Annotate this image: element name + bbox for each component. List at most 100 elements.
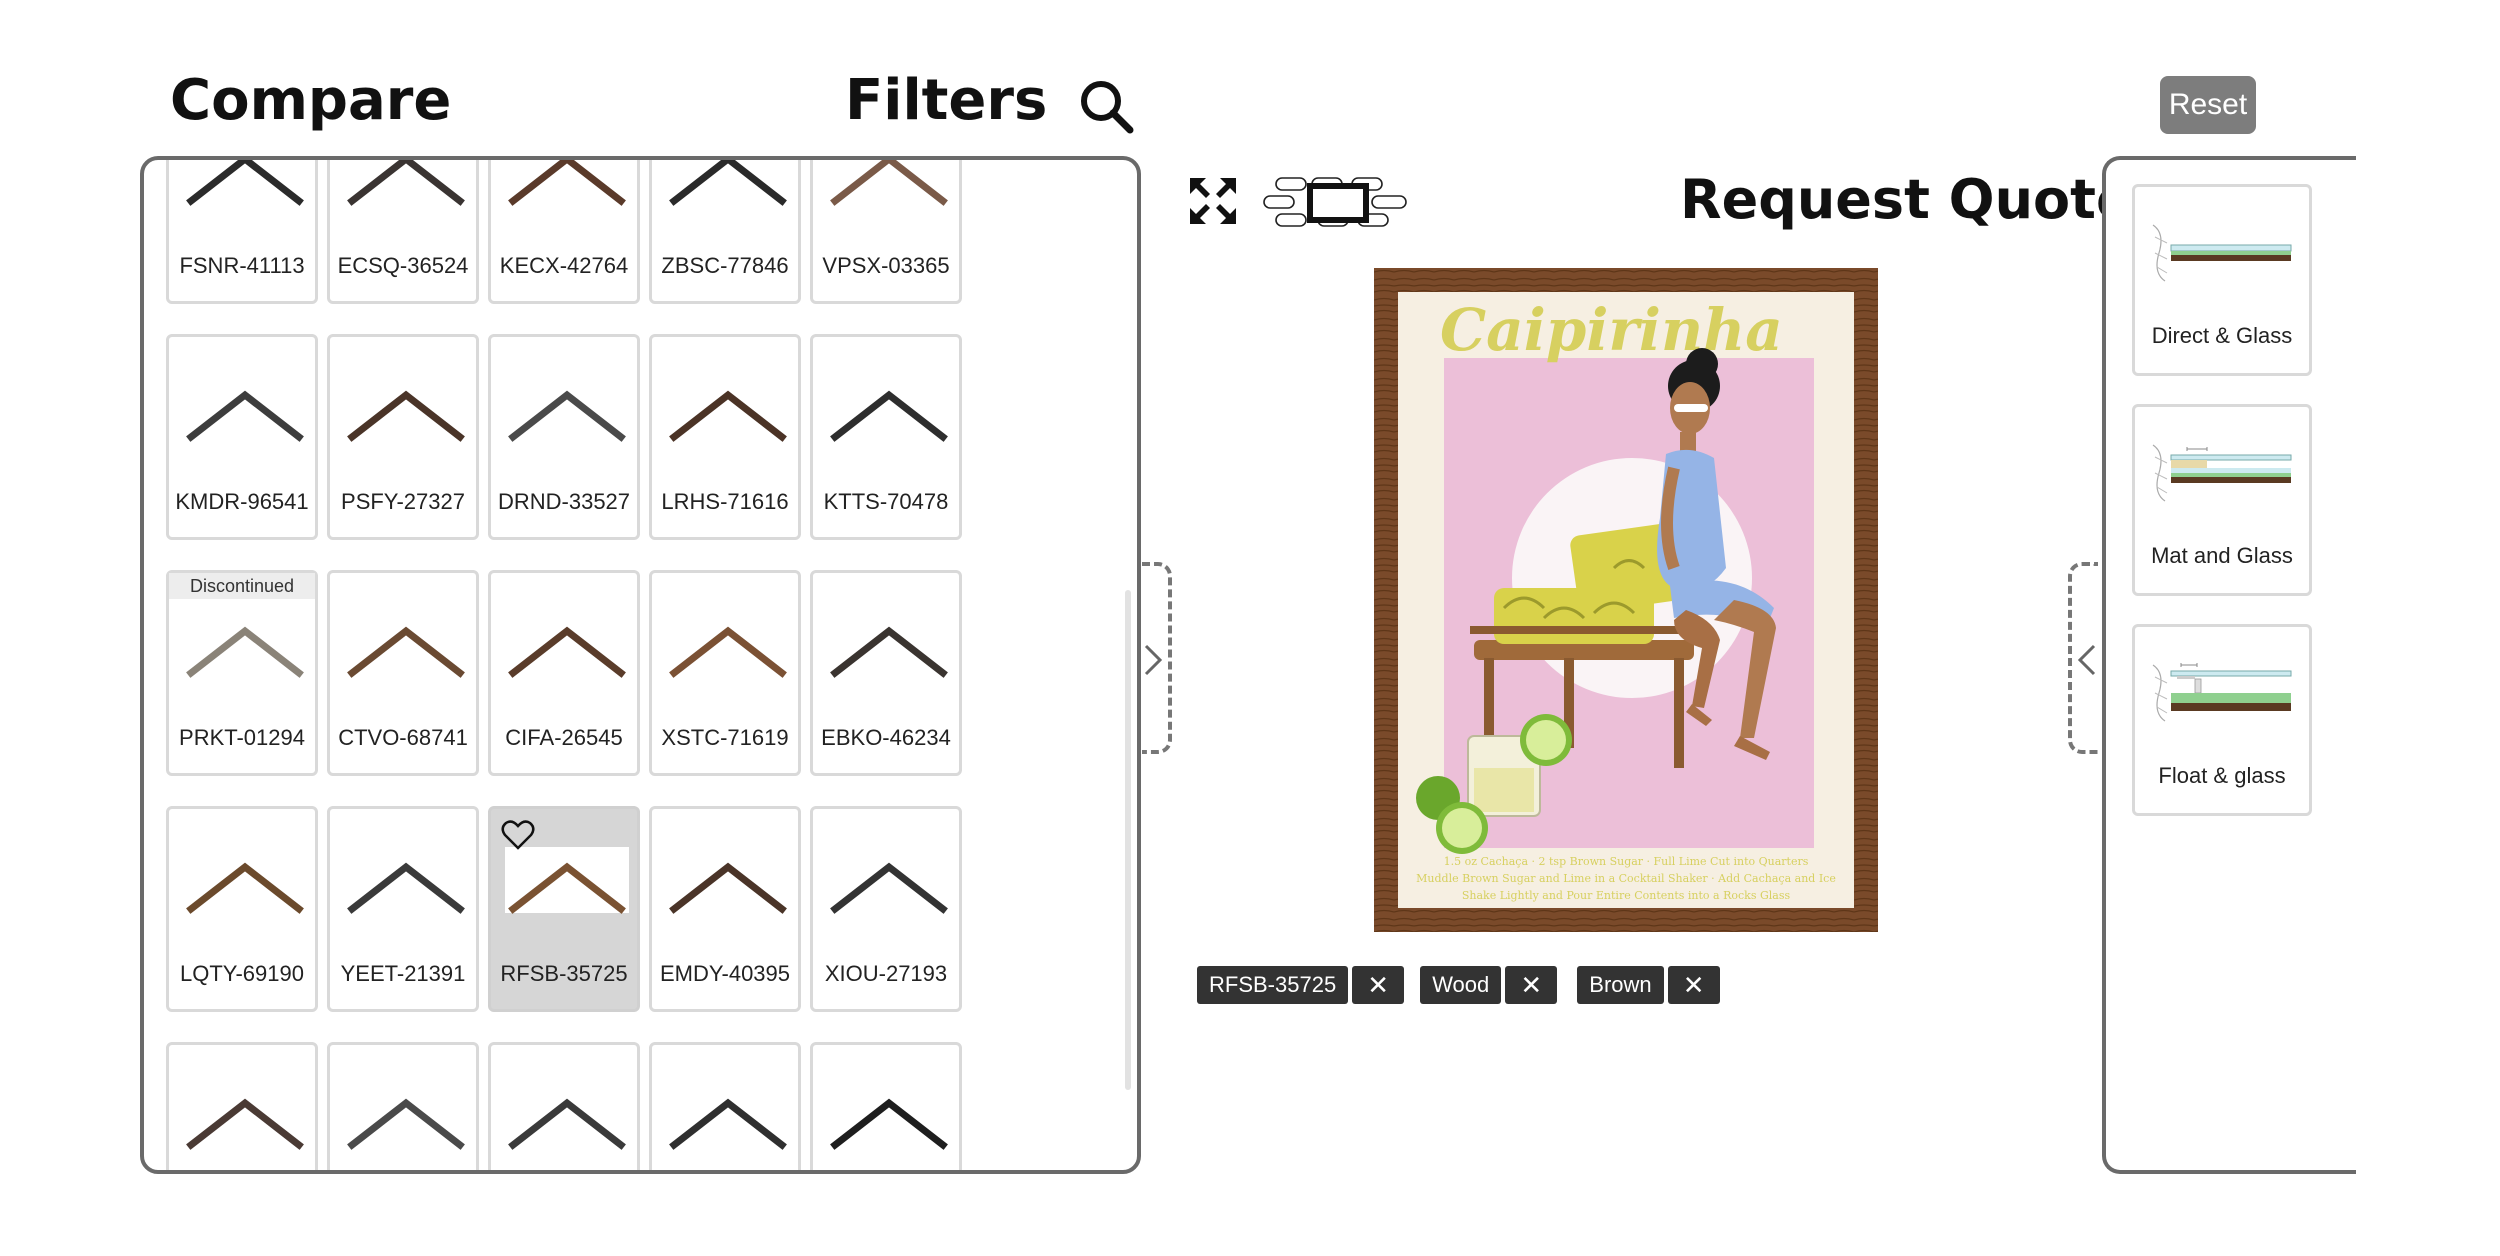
moulding-code: KECX-42764 [499,253,629,278]
moulding-corner-icon [669,390,787,442]
moulding-code: KMDR-96541 [175,489,309,514]
active-filter-tags: RFSB-35725 ✕ Wood ✕ Brown ✕ [1197,966,1720,1004]
moulding-tile[interactable]: CTVO-68741 [327,570,479,776]
moulding-tile[interactable]: EMDY-40395 [649,806,801,1012]
filter-tag-label: Wood [1420,966,1502,1004]
mat-glass-diagram-icon [2152,444,2292,502]
frame-on-wall-icon[interactable] [1262,176,1410,228]
moulding-code: EMDY-40395 [659,961,791,986]
expand-icon[interactable] [1188,176,1238,226]
poster-title: Caipirinha [1440,296,1783,364]
moulding-tile[interactable]: KMDR-96541 [166,334,318,540]
request-quote-button[interactable]: Request Quote [1680,168,2133,231]
moulding-corner-icon [669,626,787,678]
moulding-tile[interactable]: KECX-42764 [488,160,640,304]
float-glass-diagram-icon [2152,663,2292,722]
moulding-corner-icon [830,1098,948,1150]
moulding-corner-icon [347,1098,465,1150]
moulding-tile[interactable]: LQTY-69190 [166,806,318,1012]
moulding-corner-icon [186,390,304,442]
moulding-tile[interactable]: CIFA-26545 [488,570,640,776]
filter-tag-label: RFSB-35725 [1197,966,1349,1004]
moulding-code: RFSB-35725 [500,961,628,986]
chevron-left-icon [2077,644,2096,676]
compare-heading[interactable]: Compare [170,68,451,133]
moulding-tile[interactable] [488,1042,640,1170]
moulding-tile[interactable]: ZBSC-77846 [649,160,801,304]
collapse-left-panel-handle[interactable] [1142,562,1172,754]
moulding-code: XSTC-71619 [661,725,789,750]
moulding-code: EBKO-46234 [821,725,951,750]
mount-option-label: Float & glass [2158,763,2286,788]
poster-recipe-line-1: 1.5 oz Cachaça · 2 tsp Brown Sugar · Ful… [1444,855,1809,868]
moulding-code: KTTS-70478 [823,489,949,514]
remove-tag-icon[interactable]: ✕ [1667,966,1720,1004]
moulding-corner-icon [508,160,626,206]
mount-option-label: Mat and Glass [2151,543,2293,568]
moulding-tile[interactable]: XSTC-71619 [649,570,801,776]
mounting-options-panel: Direct & Glass Mat and Glass Float & gla… [2102,156,2356,1174]
moulding-code: PRKT-01294 [179,725,305,750]
poster-recipe-line-2: Muddle Brown Sugar and Lime in a Cocktai… [1416,872,1836,885]
moulding-corner-icon [186,160,304,206]
moulding-corner-icon [830,626,948,678]
moulding-tile[interactable]: LRHS-71616 [649,334,801,540]
moulding-tile[interactable] [649,1042,801,1170]
moulding-corner-icon [669,862,787,914]
moulding-tile[interactable]: YEET-21391 [327,806,479,1012]
moulding-corner-icon [669,160,787,206]
moulding-tile[interactable]: ECSQ-36524 [327,160,479,304]
moulding-tile[interactable]: EBKO-46234 [810,570,962,776]
scrollbar[interactable] [1125,590,1131,1090]
moulding-corner-icon [830,862,948,914]
moulding-corner-icon [347,390,465,442]
filter-tag-color: Brown ✕ [1577,966,1720,1004]
collapse-right-panel-handle[interactable] [2068,562,2098,754]
moulding-code: YEET-21391 [340,961,466,986]
moulding-corner-icon [508,862,626,914]
remove-tag-icon[interactable]: ✕ [1505,966,1558,1004]
moulding-corner-icon [347,862,465,914]
favorite-heart-icon[interactable] [501,819,535,851]
discontinued-badge: Discontinued [169,573,315,599]
moulding-code: FSNR-41113 [179,253,305,278]
moulding-tile[interactable]: KTTS-70478 [810,334,962,540]
moulding-corner-icon [508,390,626,442]
frame-moulding-panel: FSNR-41113 ECSQ-36524 KECX-42764 ZBSC-77846… [140,156,1141,1174]
filter-tag-label: Brown [1577,966,1664,1004]
moulding-tile[interactable]: RFSB-35725 [488,806,640,1012]
moulding-code: ECSQ-36524 [337,253,469,278]
moulding-code: LQTY-69190 [180,961,304,986]
poster-recipe-line-3: Shake Lightly and Pour Entire Contents i… [1462,889,1791,902]
search-icon[interactable] [1078,78,1136,136]
mount-option-direct-glass[interactable]: Direct & Glass [2132,184,2312,376]
moulding-code: CIFA-26545 [505,725,623,750]
moulding-code: PSFY-27327 [341,489,465,514]
moulding-tile[interactable]: DRND-33527 [488,334,640,540]
moulding-corner-icon [669,1098,787,1150]
moulding-corner-icon [186,862,304,914]
remove-tag-icon[interactable]: ✕ [1352,966,1405,1004]
moulding-tile[interactable] [810,1042,962,1170]
moulding-tile[interactable]: PSFY-27327 [327,334,479,540]
mount-option-mat-glass[interactable]: Mat and Glass [2132,404,2312,596]
moulding-tile[interactable]: XIOU-27193 [810,806,962,1012]
moulding-tile[interactable] [166,1042,318,1170]
moulding-corner-icon [508,1098,626,1150]
reset-button[interactable]: Reset [2160,76,2256,134]
mount-option-label: Direct & Glass [2151,323,2293,348]
moulding-tile[interactable]: Discontinued PRKT-01294 [166,570,318,776]
filters-heading[interactable]: Filters [845,68,1047,133]
moulding-corner-icon [830,160,948,206]
moulding-tile[interactable]: VPSX-03365 [810,160,962,304]
framed-poster-preview: Caipirinha 1.5 oz Cachaça · 2 tsp Brown … [1374,268,1878,932]
moulding-corner-icon [186,1098,304,1150]
moulding-tile[interactable]: FSNR-41113 [166,160,318,304]
moulding-corner-icon [347,626,465,678]
moulding-tile[interactable] [327,1042,479,1170]
mount-option-float-glass[interactable]: Float & glass [2132,624,2312,816]
moulding-corner-icon [830,390,948,442]
moulding-code: XIOU-27193 [824,961,948,986]
moulding-code: VPSX-03365 [822,253,950,278]
filter-tag-material: Wood ✕ [1420,966,1558,1004]
